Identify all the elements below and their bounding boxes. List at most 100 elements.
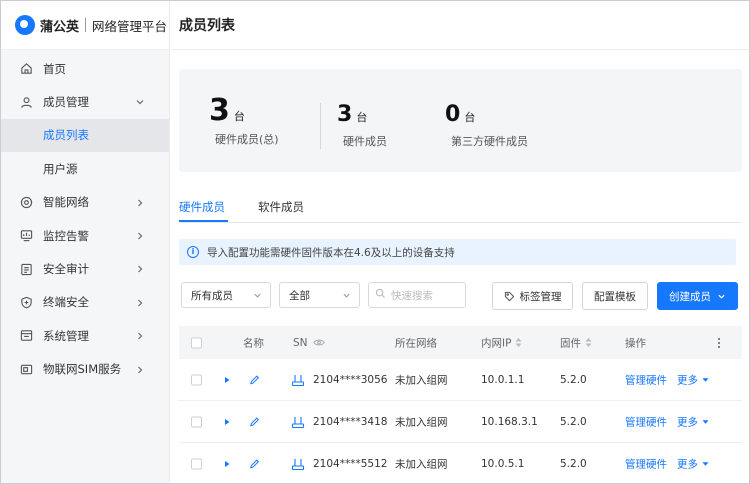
stat-divider [320, 103, 321, 149]
expand-icon[interactable] [223, 418, 231, 426]
search-placeholder: 快速搜索 [391, 289, 433, 302]
top-bar: 成员列表 [171, 1, 749, 50]
chevron-right-icon [135, 364, 145, 374]
chevron-right-icon [135, 197, 145, 207]
edit-icon[interactable] [249, 458, 260, 469]
col-ip[interactable]: 内网IP [481, 335, 522, 350]
sidebar-item-label: 系统管理 [43, 328, 89, 343]
col-firmware[interactable]: 固件 [560, 335, 592, 350]
table-header: 名称 SN 所在网络 内网IP 固件 操作 [179, 326, 742, 359]
tag-manage-button[interactable]: 标签管理 [492, 282, 573, 310]
sidebar-item-label: 监控告警 [43, 228, 89, 243]
sidebar-item-member-manage[interactable]: 成员管理 [1, 85, 169, 118]
monitor-icon [19, 229, 33, 243]
sidebar-item-security-audit[interactable]: 安全审计 [1, 252, 169, 285]
edit-icon[interactable] [249, 374, 260, 385]
sidebar-item-system-manage[interactable]: 系统管理 [1, 319, 169, 352]
search-input[interactable]: 快速搜索 [368, 282, 466, 308]
ip-value: 10.0.1.1 [481, 373, 525, 386]
table-row: 2104****3418 未加入组网 10.168.3.1 5.2.0 管理硬件… [179, 401, 742, 443]
sidebar-item-iot-sim[interactable]: 物联网SIM服务 [1, 353, 169, 386]
network-icon [19, 195, 33, 209]
app-window: 蒲公英 网络管理平台 首页 成员管理 成员列表 用户源 智能网络 监控告警 安全… [0, 0, 750, 484]
chevron-right-icon [135, 263, 145, 273]
col-firmware-label: 固件 [560, 337, 581, 349]
select-all-checkbox[interactable] [191, 337, 202, 348]
chevron-down-icon [342, 291, 351, 300]
stat-label: 硬件成员 [343, 135, 387, 148]
col-sn: SN [293, 337, 325, 349]
create-member-button[interactable]: 创建成员 [657, 282, 738, 310]
more-label: 更多 [677, 374, 698, 386]
brand-name: 蒲公英 [40, 19, 80, 35]
chevron-right-icon [135, 330, 145, 340]
router-icon [291, 457, 305, 471]
row-checkbox[interactable] [191, 416, 202, 427]
chevron-down-icon [135, 96, 145, 106]
row-checkbox[interactable] [191, 374, 202, 385]
sidebar-item-label: 首页 [43, 61, 66, 76]
firmware-value: 5.2.0 [560, 457, 587, 470]
tab-hardware-members[interactable]: 硬件成员 [179, 199, 225, 215]
sidebar-item-smart-network[interactable]: 智能网络 [1, 186, 169, 219]
sim-icon [19, 362, 33, 376]
stat-third-party: 0台 第三方硬件成员 [445, 101, 528, 149]
active-tab-indicator [179, 220, 228, 222]
sn-value: 2104****3418 [313, 415, 388, 428]
tab-software-members[interactable]: 软件成员 [258, 199, 304, 215]
sidebar-item-home[interactable]: 首页 [1, 52, 169, 85]
col-sn-label: SN [293, 336, 308, 349]
ip-value: 10.168.3.1 [481, 415, 538, 428]
sidebar-item-member-list[interactable]: 成员列表 [1, 118, 169, 153]
network-value: 未加入组网 [395, 416, 448, 428]
sidebar-item-label: 终端安全 [43, 295, 89, 310]
column-settings-icon[interactable] [717, 337, 721, 349]
chevron-right-icon [135, 297, 145, 307]
sidebar-item-label: 物联网SIM服务 [43, 362, 122, 377]
tag-icon [504, 291, 515, 302]
router-icon [291, 373, 305, 387]
sidebar-item-label: 成员管理 [43, 95, 89, 110]
sidebar-item-label: 安全审计 [43, 262, 89, 277]
expand-icon[interactable] [223, 376, 231, 384]
col-action: 操作 [625, 337, 646, 349]
caret-down-icon [702, 377, 709, 382]
stats-panel: 3台 硬件成员(总) 3台 硬件成员 0台 第三方硬件成员 [179, 69, 742, 172]
more-dropdown[interactable]: 更多 [677, 414, 709, 429]
member-table: 名称 SN 所在网络 内网IP 固件 操作 2104****3056 未加入组网… [179, 326, 742, 483]
brand[interactable]: 蒲公英 网络管理平台 [1, 1, 169, 50]
shield-icon [19, 295, 33, 309]
caret-down-icon [702, 461, 709, 466]
status-filter-select[interactable]: 全部 [279, 282, 360, 308]
config-template-label: 配置模板 [594, 290, 636, 303]
table-row: 2104****5512 未加入组网 10.0.5.1 5.2.0 管理硬件 更… [179, 443, 742, 483]
more-label: 更多 [677, 458, 698, 470]
config-template-button[interactable]: 配置模板 [582, 282, 648, 310]
sidebar-item-user-source[interactable]: 用户源 [1, 152, 169, 185]
manage-hardware-link[interactable]: 管理硬件 [625, 372, 667, 387]
sort-icon [585, 338, 592, 348]
chevron-down-icon [253, 291, 262, 300]
user-icon [19, 95, 33, 109]
sidebar-item-monitor-alert[interactable]: 监控告警 [1, 219, 169, 252]
eye-icon[interactable] [312, 338, 325, 347]
sidebar-item-label: 用户源 [43, 161, 78, 176]
manage-hardware-link[interactable]: 管理硬件 [625, 456, 667, 471]
member-tabs: 硬件成员 软件成员 [179, 191, 742, 223]
network-value: 未加入组网 [395, 458, 448, 470]
chevron-right-icon [135, 230, 145, 240]
more-dropdown[interactable]: 更多 [677, 372, 709, 387]
system-icon [19, 329, 33, 343]
stat-value: 3 [209, 93, 230, 128]
sidebar-item-endpoint-security[interactable]: 终端安全 [1, 286, 169, 319]
audit-icon [19, 262, 33, 276]
more-dropdown[interactable]: 更多 [677, 456, 709, 471]
status-filter-value: 全部 [289, 289, 310, 302]
expand-icon[interactable] [223, 460, 231, 468]
edit-icon[interactable] [249, 416, 260, 427]
member-filter-select[interactable]: 所有成员 [181, 282, 271, 308]
tag-manage-label: 标签管理 [519, 290, 562, 303]
manage-hardware-link[interactable]: 管理硬件 [625, 414, 667, 429]
toolbar: 所有成员 全部 快速搜索 标签管理 配置模板 创建成员 [179, 282, 742, 310]
row-checkbox[interactable] [191, 458, 202, 469]
